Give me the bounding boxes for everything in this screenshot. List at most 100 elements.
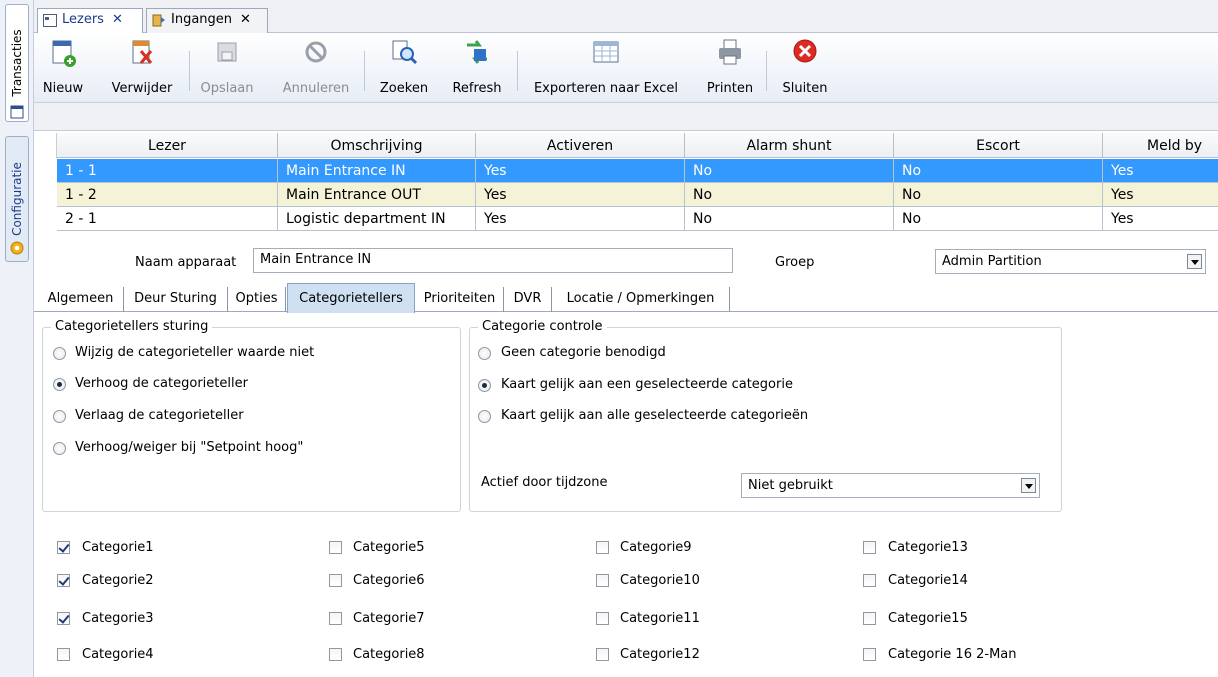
save-button[interactable]: Opslaan <box>191 37 263 101</box>
close-button-label: Sluiten <box>782 81 828 96</box>
table-cell: Yes <box>1103 207 1218 231</box>
export-excel-button-label: Exporteren naar Excel <box>533 81 679 96</box>
print-button-label: Printen <box>706 81 754 96</box>
table-cell: No <box>894 159 1103 183</box>
checkbox-categorie6[interactable] <box>329 574 342 587</box>
table-cell: Yes <box>1103 159 1218 183</box>
timezone-select[interactable]: Niet gebruikt <box>741 473 1040 498</box>
radio-category-option-0[interactable] <box>478 347 491 360</box>
table-cell: No <box>894 183 1103 207</box>
chevron-down-icon[interactable] <box>1021 478 1036 493</box>
table-row[interactable]: 2 - 1 Logistic department IN Yes No No Y… <box>57 207 1218 231</box>
device-name-input[interactable]: Main Entrance IN <box>253 248 733 273</box>
table-cell: Yes <box>476 183 685 207</box>
tab-opties[interactable]: Opties <box>228 287 286 312</box>
column-header[interactable]: Meld by <box>1103 133 1218 158</box>
table-cell: Main Entrance IN <box>278 159 476 183</box>
table-cell: Yes <box>476 159 685 183</box>
radio-counter-option-2[interactable] <box>53 410 66 423</box>
column-header[interactable]: Lezer <box>57 133 278 158</box>
checkbox-categorie13[interactable] <box>863 541 876 554</box>
app-window: Transacties Configuratie Lezers ✕ Ingange… <box>0 0 1218 677</box>
radio-label: Verlaag de categorieteller <box>75 408 244 423</box>
column-header[interactable]: Escort <box>894 133 1103 158</box>
table-row[interactable]: 1 - 1 Main Entrance IN Yes No No Yes <box>57 159 1218 183</box>
table-cell: 1 - 1 <box>57 159 278 183</box>
close-icon[interactable]: ✕ <box>112 12 123 27</box>
door-icon <box>152 14 165 27</box>
side-tab-strip: Transacties Configuratie <box>0 0 34 677</box>
radio-counter-option-1[interactable] <box>53 378 66 391</box>
tab-prioriteiten[interactable]: Prioriteiten <box>416 287 504 312</box>
export-excel-button[interactable]: Exporteren naar Excel <box>526 37 686 101</box>
chevron-down-icon[interactable] <box>1187 254 1202 269</box>
close-button[interactable]: Sluiten <box>774 37 836 101</box>
table-cell: Yes <box>476 207 685 231</box>
checkbox-categorie14[interactable] <box>863 574 876 587</box>
search-icon <box>392 40 418 65</box>
checkbox-label: Categorie7 <box>353 611 425 626</box>
window-icon <box>43 14 57 27</box>
checkbox-label: Categorie2 <box>82 573 154 588</box>
checkbox-categorie15[interactable] <box>863 612 876 625</box>
doc-tab-ingangen[interactable]: Ingangen ✕ <box>146 8 268 33</box>
table-cell: No <box>685 207 894 231</box>
column-header[interactable]: Alarm shunt <box>685 133 894 158</box>
radio-category-option-2[interactable] <box>478 410 491 423</box>
column-header[interactable]: Activeren <box>476 133 685 158</box>
radio-counter-option-0[interactable] <box>53 347 66 360</box>
checkbox-categorie4[interactable] <box>57 648 70 661</box>
new-button[interactable]: Nieuw <box>40 37 86 101</box>
cancel-button[interactable]: Annuleren <box>276 37 356 101</box>
checkbox-categorie2[interactable] <box>57 574 70 587</box>
print-button[interactable]: Printen <box>700 37 760 101</box>
checkbox-categorie7[interactable] <box>329 612 342 625</box>
table-row[interactable]: 1 - 2 Main Entrance OUT Yes No No Yes <box>57 183 1218 207</box>
table-cell: No <box>685 183 894 207</box>
table-cell: Main Entrance OUT <box>278 183 476 207</box>
group-select[interactable]: Admin Partition <box>935 249 1206 274</box>
close-icon[interactable]: ✕ <box>240 12 251 27</box>
group-select-value: Admin Partition <box>942 254 1042 269</box>
checkbox-categorie3[interactable] <box>57 612 70 625</box>
column-header[interactable]: Omschrijving <box>278 133 476 158</box>
readers-grid: Lezer Omschrijving Activeren Alarm shunt… <box>34 131 1218 237</box>
radio-label: Kaart gelijk aan alle geselecteerde cate… <box>501 408 809 423</box>
checkbox-categorie5[interactable] <box>329 541 342 554</box>
save-button-label: Opslaan <box>200 81 254 96</box>
refresh-button[interactable]: Refresh <box>446 37 508 101</box>
side-tab-transacties-label: Transacties <box>10 29 24 97</box>
tab-dvr[interactable]: DVR <box>504 287 552 312</box>
tab-locatie-opmerkingen[interactable]: Locatie / Opmerkingen <box>552 287 730 312</box>
tab-categorietellers[interactable]: Categorietellers <box>287 283 415 313</box>
tab-deur-sturing[interactable]: Deur Sturing <box>124 287 228 312</box>
doc-tab-lezers[interactable]: Lezers ✕ <box>37 8 143 34</box>
checkbox-categorie8[interactable] <box>329 648 342 661</box>
checkbox-label: Categorie13 <box>888 540 968 555</box>
checkbox-categorie16[interactable] <box>863 648 876 661</box>
search-button[interactable]: Zoeken <box>374 37 434 101</box>
checkbox-categorie12[interactable] <box>596 648 609 661</box>
checkbox-categorie9[interactable] <box>596 541 609 554</box>
checkbox-categorie10[interactable] <box>596 574 609 587</box>
tab-algemeen[interactable]: Algemeen <box>38 287 124 312</box>
delete-button[interactable]: Verwijder <box>104 37 180 101</box>
side-tab-transacties[interactable]: Transacties <box>5 4 29 122</box>
checkbox-label: Categorie15 <box>888 611 968 626</box>
radio-category-option-1[interactable] <box>478 379 491 392</box>
radio-counter-option-3[interactable] <box>53 442 66 455</box>
settings-tabs: Algemeen Deur Sturing Opties Categoriete… <box>34 283 1218 313</box>
delete-record-icon <box>132 40 153 64</box>
table-cell: Logistic department IN <box>278 207 476 231</box>
checkbox-label: Categorie3 <box>82 611 154 626</box>
refresh-icon <box>467 40 487 64</box>
checkbox-categorie11[interactable] <box>596 612 609 625</box>
search-button-label: Zoeken <box>379 81 429 96</box>
checkbox-categorie1[interactable] <box>57 541 70 554</box>
device-name-label: Naam apparaat <box>135 255 237 270</box>
radio-label: Wijzig de categorieteller waarde niet <box>75 345 315 360</box>
radio-label: Verhoog/weiger bij "Setpoint hoog" <box>75 440 304 455</box>
side-tab-configuratie[interactable]: Configuratie <box>5 136 29 262</box>
checkbox-label: Categorie9 <box>620 540 692 555</box>
close-icon <box>793 39 817 63</box>
